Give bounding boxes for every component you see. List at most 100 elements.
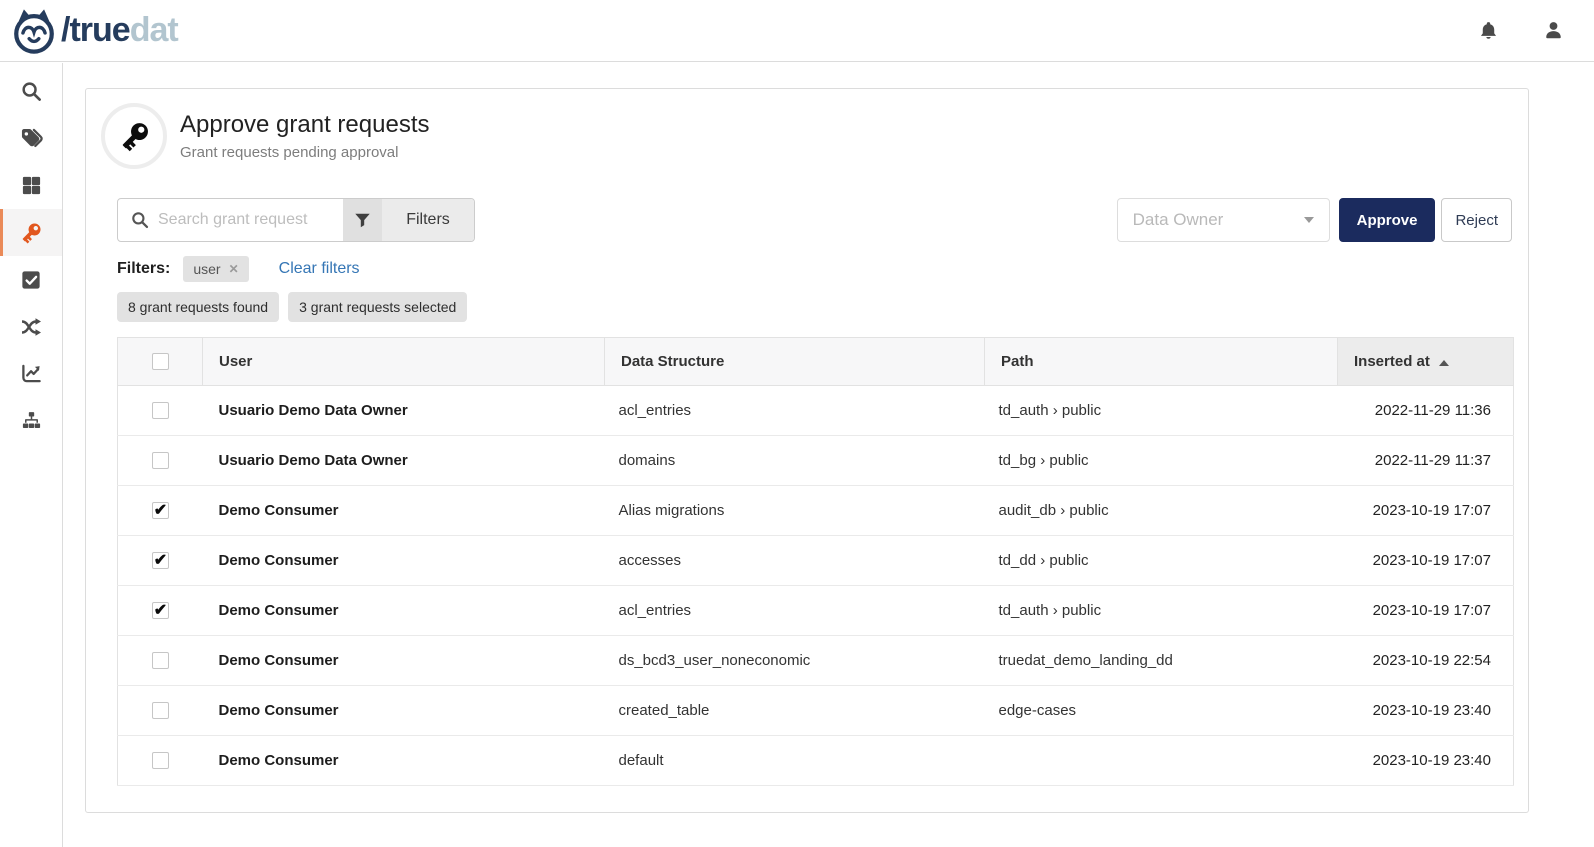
shuffle-icon: [20, 316, 42, 338]
cell-inserted-at: 2022-11-29 11:36: [1338, 386, 1514, 436]
sidebar-item-lineage[interactable]: [0, 303, 62, 350]
truedat-logo[interactable]: /truedat: [10, 7, 178, 55]
sidebar-item-grant-requests[interactable]: [0, 209, 62, 256]
filters-button[interactable]: Filters: [382, 199, 474, 241]
select-all-header-cell: [118, 338, 203, 386]
page-titles: Approve grant requests Grant requests pe…: [180, 111, 429, 161]
user-icon: [1543, 20, 1564, 41]
grant-requests-table-body: Usuario Demo Data Owner acl_entries td_a…: [118, 386, 1514, 786]
logo-text-primary: /true: [61, 11, 130, 49]
cell-inserted-at: 2023-10-19 23:40: [1338, 736, 1514, 786]
row-checkbox[interactable]: [152, 702, 169, 719]
notifications-button[interactable]: [1476, 18, 1501, 43]
approve-button[interactable]: Approve: [1339, 198, 1436, 242]
cell-user: Demo Consumer: [203, 636, 605, 686]
clear-filters-link[interactable]: Clear filters: [279, 260, 360, 278]
column-header-inserted-at[interactable]: Inserted at: [1338, 338, 1514, 386]
cell-user: Usuario Demo Data Owner: [203, 386, 605, 436]
reject-button[interactable]: Reject: [1441, 198, 1512, 242]
column-header-user[interactable]: User: [203, 338, 605, 386]
column-header-data-structure[interactable]: Data Structure: [605, 338, 985, 386]
column-header-path[interactable]: Path: [985, 338, 1338, 386]
checkbox-cell: [118, 536, 203, 586]
cell-data-structure: default: [605, 736, 985, 786]
search-icon: [131, 211, 149, 229]
sidebar-item-tags[interactable]: [0, 115, 62, 162]
row-checkbox[interactable]: [152, 452, 169, 469]
table-row: Demo Consumer accesses td_dd › public 20…: [118, 536, 1514, 586]
sidebar-item-domains[interactable]: [0, 397, 62, 444]
cell-user: Demo Consumer: [203, 736, 605, 786]
grid-icon: [21, 175, 42, 196]
row-checkbox[interactable]: [152, 552, 169, 569]
sidebar-item-quality[interactable]: [0, 350, 62, 397]
cell-path: audit_db › public: [985, 486, 1338, 536]
role-select[interactable]: Data Owner: [1117, 198, 1330, 242]
user-menu-button[interactable]: [1541, 18, 1566, 43]
sidebar-item-rules[interactable]: [0, 256, 62, 303]
cell-inserted-at: 2022-11-29 11:37: [1338, 436, 1514, 486]
row-checkbox[interactable]: [152, 502, 169, 519]
cell-path: edge-cases: [985, 686, 1338, 736]
toolbar: Filters Data Owner Approve Reject: [117, 198, 1512, 242]
search-group: Filters: [117, 198, 475, 242]
select-all-checkbox[interactable]: [152, 353, 169, 370]
key-icon: [119, 121, 150, 152]
search-input[interactable]: [158, 211, 330, 229]
cell-path: td_auth › public: [985, 586, 1338, 636]
table-header: User Data Structure Path Inserted at: [118, 338, 1514, 386]
found-count-badge: 8 grant requests found: [117, 292, 279, 322]
filters-caption: Filters:: [117, 260, 170, 278]
selected-count-badge: 3 grant requests selected: [288, 292, 467, 322]
logo-text-secondary: dat: [130, 11, 178, 49]
chart-line-icon: [21, 363, 42, 384]
filter-chip-user: user: [183, 256, 248, 282]
cell-inserted-at: 2023-10-19 23:40: [1338, 686, 1514, 736]
cell-path: [985, 736, 1338, 786]
column-header-inserted-at-label: Inserted at: [1354, 353, 1430, 370]
checkbox-cell: [118, 386, 203, 436]
cell-data-structure: acl_entries: [605, 586, 985, 636]
cell-data-structure: created_table: [605, 686, 985, 736]
table-row: Demo Consumer Alias migrations audit_db …: [118, 486, 1514, 536]
active-filters-row: Filters: user Clear filters: [117, 255, 360, 283]
cell-path: td_dd › public: [985, 536, 1338, 586]
cell-user: Usuario Demo Data Owner: [203, 436, 605, 486]
row-checkbox[interactable]: [152, 752, 169, 769]
sidebar-item-grid[interactable]: [0, 162, 62, 209]
cell-inserted-at: 2023-10-19 17:07: [1338, 486, 1514, 536]
cell-data-structure: acl_entries: [605, 386, 985, 436]
cell-path: truedat_demo_landing_dd: [985, 636, 1338, 686]
sitemap-icon: [21, 410, 42, 431]
cell-inserted-at: 2023-10-19 17:07: [1338, 536, 1514, 586]
row-checkbox[interactable]: [152, 602, 169, 619]
remove-filter-icon[interactable]: [229, 263, 239, 275]
table-row: Demo Consumer acl_entries td_auth › publ…: [118, 586, 1514, 636]
cell-user: Demo Consumer: [203, 686, 605, 736]
search-box: [118, 199, 343, 241]
cell-user: Demo Consumer: [203, 486, 605, 536]
table-row: Demo Consumer created_table edge-cases 2…: [118, 686, 1514, 736]
row-checkbox[interactable]: [152, 402, 169, 419]
cell-inserted-at: 2023-10-19 22:54: [1338, 636, 1514, 686]
cell-inserted-at: 2023-10-19 17:07: [1338, 586, 1514, 636]
table-row: Demo Consumer ds_bcd3_user_noneconomic t…: [118, 636, 1514, 686]
checkbox-cell: [118, 436, 203, 486]
cell-path: td_auth › public: [985, 386, 1338, 436]
filter-funnel-button[interactable]: [343, 199, 382, 241]
row-checkbox[interactable]: [152, 652, 169, 669]
card-header: Approve grant requests Grant requests pe…: [101, 103, 429, 169]
checkbox-cell: [118, 686, 203, 736]
checkbox-cell: [118, 586, 203, 636]
checkbox-cell: [118, 486, 203, 536]
top-navbar: /truedat: [0, 0, 1594, 62]
cell-data-structure: ds_bcd3_user_noneconomic: [605, 636, 985, 686]
sort-ascending-icon: [1439, 360, 1449, 366]
checkbox-cell: [118, 636, 203, 686]
chevron-down-icon: [1304, 217, 1314, 223]
table-row: Demo Consumer default 2023-10-19 23:40: [118, 736, 1514, 786]
cell-data-structure: accesses: [605, 536, 985, 586]
cell-data-structure: domains: [605, 436, 985, 486]
sidebar-item-search[interactable]: [0, 68, 62, 115]
key-icon: [20, 222, 42, 244]
